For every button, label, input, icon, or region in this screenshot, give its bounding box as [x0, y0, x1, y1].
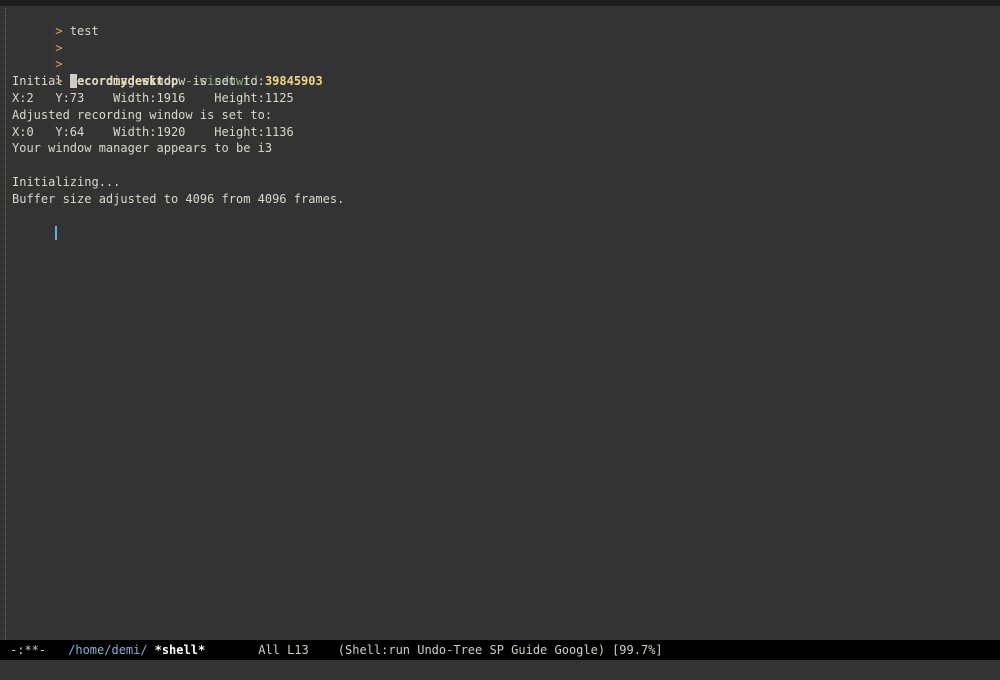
output-line: Initial recording window is set to:	[12, 74, 265, 89]
mode-line: -:**- /home/demi/ *shell* All L13 (Shell:run…	[0, 640, 1000, 660]
shell-prompt: >	[55, 40, 63, 55]
shell-prompt: >	[55, 23, 63, 38]
output-line: X:0 Y:64 Width:1920 Height:1136	[12, 124, 294, 139]
modeline-buffer-name[interactable]: *shell*	[155, 643, 206, 657]
output-line: Buffer size adjusted to 4096 from 4096 f…	[12, 191, 345, 206]
modeline-position: All L13	[258, 643, 309, 657]
shell-line: >	[12, 40, 992, 71]
shell-line-text: test	[69, 23, 99, 38]
modeline-status: -:**-	[10, 643, 47, 657]
text-cursor	[55, 225, 58, 240]
shell-prompt: >	[55, 57, 63, 72]
output-line: Your window manager appears to be i3	[12, 141, 273, 156]
shell-buffer[interactable]: > test > > > recordmydesktop --windowid …	[12, 6, 992, 640]
shell-line: > test	[12, 6, 992, 38]
output-line: Initializing...	[12, 174, 121, 189]
input-line[interactable]	[12, 208, 992, 240]
modeline-battery: [99.7%]	[612, 643, 663, 657]
output-line: X:2 Y:73 Width:1916 Height:1125	[12, 90, 294, 105]
command-line: > recordmydesktop --windowid 39845903	[12, 56, 992, 89]
output-line: Adjusted recording window is set to:	[12, 107, 273, 122]
modeline-modes[interactable]: (Shell:run Undo-Tree SP Guide Google)	[338, 643, 605, 657]
emacs-window: > test > > > recordmydesktop --windowid …	[0, 0, 1000, 680]
shell-line: >	[12, 23, 992, 55]
modeline-directory[interactable]: /home/demi/	[68, 643, 147, 657]
command-argument: 39845903	[264, 74, 323, 89]
echo-area[interactable]	[0, 660, 1000, 680]
left-fringe	[5, 8, 8, 640]
